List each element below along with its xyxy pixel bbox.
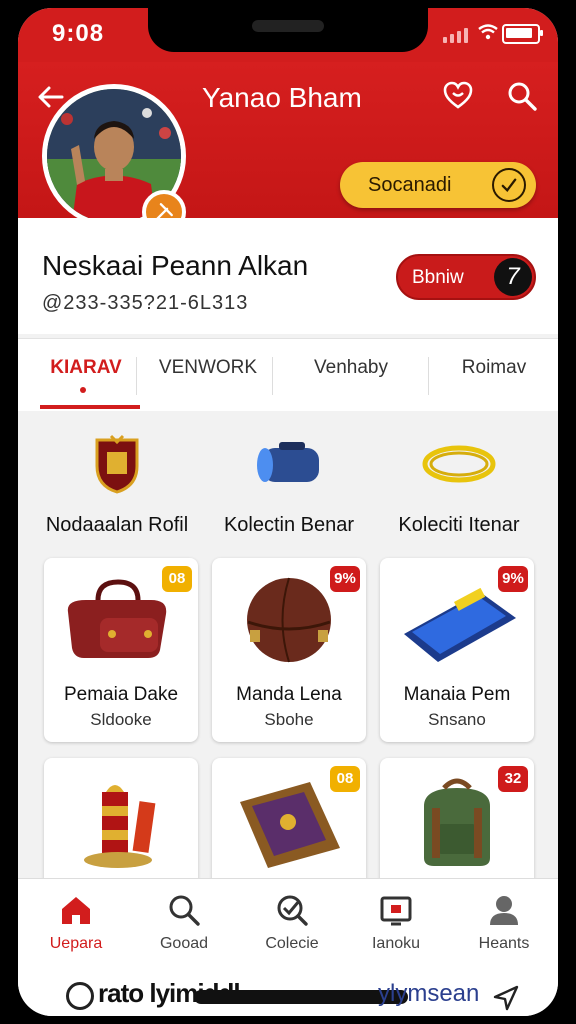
card-subtitle: Sbohe [264,710,314,729]
card-title: Manaia Pem [403,684,511,705]
user-icon [490,896,518,925]
card-title: Manda Lena [236,684,342,705]
check-circle-icon [492,168,526,202]
browser-bar: rato lyimiddl ylymsean [18,968,558,1016]
follow-label: Bbniw [412,267,464,288]
featured-item[interactable]: Kolectin Benar [204,418,374,538]
tv-icon [380,896,412,926]
search-icon [169,895,200,926]
tab-divider [428,357,429,395]
url-redaction-bar [194,990,408,1004]
featured-label: Kolectin Benar [223,514,355,536]
tab-underline [40,405,140,409]
phone-frame: 9:08 Yanao Bham Socanadi Neskaai Peann A… [18,8,558,1016]
bottom-navigation: Uepara Gooad Colecie Ianoku Heants [18,878,558,969]
nav-label: Uepara [49,935,103,952]
page-title: Yanao Bham [202,82,362,113]
check-icon [277,895,308,926]
capsule-icon [257,442,319,482]
profile-info: Neskaai Peann Alkan @233-335?21-6L313 Bb… [18,218,558,334]
heart-icon[interactable] [442,80,474,112]
featured-row: Nodaaalan Rofil Kolectin Benar Koleciti … [18,418,558,548]
nav-collection[interactable]: Colecie [242,893,342,963]
card-badge: 9% [330,566,360,592]
tab-roimav[interactable]: Roimav [444,357,544,379]
action-pill-label: Socanadi [368,174,452,196]
tab-kiarav[interactable]: KIARAV [46,357,126,379]
status-bar: 9:08 [18,8,558,62]
trophy-icon [84,785,156,868]
nav-label: Ianoku [371,935,421,952]
featured-label: Nodaaalan Rofil [45,514,189,536]
follow-button[interactable]: Bbniw 7 [396,254,536,300]
info-icon[interactable] [66,982,94,1010]
follow-badge: 7 [494,258,532,296]
card-badge: 08 [330,766,360,792]
card-badge: 08 [162,566,192,592]
send-icon[interactable] [492,984,520,1012]
battery-icon [502,24,543,44]
status-time: 9:08 [52,20,105,47]
product-card[interactable]: 9% Manaia Pem Snsano [380,558,534,742]
product-card[interactable]: 08 Pemaia Dake Sldooke [44,558,198,742]
action-pill-button[interactable]: Socanadi [340,162,536,208]
search-icon[interactable] [506,80,538,112]
crest-icon [95,434,139,494]
tab-venwork[interactable]: VENWORK [152,357,264,379]
rope-icon [422,445,496,483]
tab-venhaby[interactable]: Venhaby [290,357,412,379]
nav-media[interactable]: Ianoku [346,893,446,963]
tab-active-dot [80,387,86,393]
nav-label: Heants [478,935,530,952]
url-text-end[interactable]: ylymsean [378,980,479,1008]
card-subtitle: Sldooke [90,710,152,729]
featured-label: Koleciti Itenar [398,514,520,536]
nav-label: Gooad [159,935,209,952]
profile-id: @233-335?21-6L313 [42,292,249,314]
nav-search[interactable]: Gooad [134,893,234,963]
home-icon [62,897,90,924]
card-badge: 9% [498,566,528,592]
featured-item[interactable]: Nodaaalan Rofil [32,418,202,538]
profile-header: Yanao Bham Socanadi [18,62,558,234]
card-title: Pemaia Dake [63,684,179,705]
featured-item[interactable]: Koleciti Itenar [374,418,544,538]
card-badge: 32 [498,766,528,792]
card-subtitle: Snsano [428,710,486,729]
nav-label: Colecie [265,935,319,952]
camera-notch [148,8,428,52]
wifi-icon [478,24,498,40]
tab-divider [272,357,273,395]
tab-bar: KIARAV VENWORK Venhaby Roimav [18,338,558,411]
nav-home[interactable]: Uepara [26,893,126,963]
profile-name: Neskaai Peann Alkan [42,250,309,281]
nav-profile[interactable]: Heants [454,893,554,963]
signal-icon [443,28,468,43]
product-card[interactable]: 9% Manda Lena Sbohe [212,558,366,742]
tab-divider [136,357,137,395]
